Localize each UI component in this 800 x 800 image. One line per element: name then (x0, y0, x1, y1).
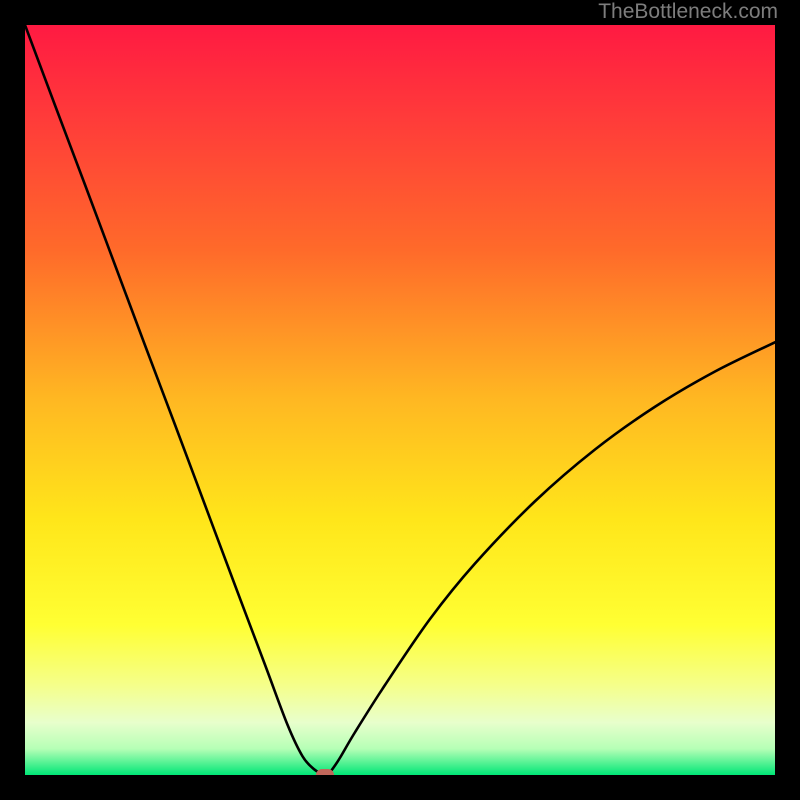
plot-area (25, 25, 775, 775)
optimum-marker (316, 769, 334, 775)
watermark-text: TheBottleneck.com (598, 0, 778, 24)
plot-svg (25, 25, 775, 775)
chart-frame: TheBottleneck.com (0, 0, 800, 800)
